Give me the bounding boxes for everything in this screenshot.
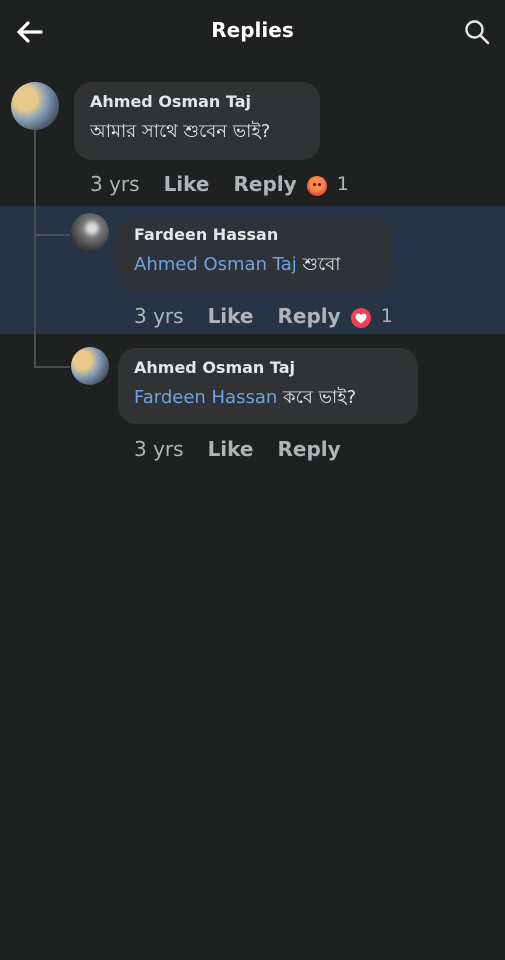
mention-link[interactable]: Fardeen Hassan [134, 387, 277, 408]
replies-screen: Replies Ahmed Osman Taj আমার সাথে শুবেন … [0, 0, 505, 960]
comment-time[interactable]: 3 yrs [134, 304, 184, 328]
angry-reaction-icon [306, 176, 327, 196]
avatar[interactable] [71, 213, 109, 251]
comment-time[interactable]: 3 yrs [90, 172, 140, 196]
comment-actions: 3 yrs Like Reply [134, 437, 351, 461]
comment-actions: 3 yrs Like Reply 1 [134, 304, 393, 328]
reply-button[interactable]: Reply [234, 172, 297, 196]
search-button[interactable] [459, 14, 495, 50]
love-reaction-icon [350, 308, 371, 328]
reply-button[interactable]: Reply [278, 304, 341, 328]
comment-time[interactable]: 3 yrs [134, 437, 184, 461]
reaction-summary[interactable]: 1 [306, 173, 349, 196]
top-bar: Replies [0, 0, 505, 66]
like-button[interactable]: Like [208, 437, 254, 461]
reply-bubble[interactable]: Fardeen Hassan Ahmed Osman Taj শুবো [118, 215, 390, 291]
like-button[interactable]: Like [164, 172, 210, 196]
comment-text: Fardeen Hassan কবে ভাই? [134, 383, 402, 414]
comment-text: আমার সাথে শুবেন ভাই? [90, 117, 304, 148]
search-icon [465, 20, 490, 45]
comment-text: Ahmed Osman Taj শুবো [134, 250, 374, 281]
thread-line [34, 130, 36, 368]
comment-bubble[interactable]: Ahmed Osman Taj আমার সাথে শুবেন ভাই? [74, 82, 320, 160]
reaction-count: 1 [336, 173, 349, 195]
like-button[interactable]: Like [208, 304, 254, 328]
comment-author[interactable]: Ahmed Osman Taj [90, 92, 304, 111]
comment-actions: 3 yrs Like Reply 1 [90, 172, 349, 196]
comment-author[interactable]: Fardeen Hassan [134, 225, 374, 244]
avatar[interactable] [71, 347, 109, 385]
comment-text-body: কবে ভাই? [277, 387, 357, 408]
mention-link[interactable]: Ahmed Osman Taj [134, 254, 297, 275]
heart-icon [355, 313, 367, 323]
reaction-count: 1 [380, 305, 393, 327]
reply-bubble[interactable]: Ahmed Osman Taj Fardeen Hassan কবে ভাই? [118, 348, 418, 424]
comment-text-body: শুবো [296, 254, 341, 275]
comment-text-body: আমার সাথে শুবেন ভাই? [90, 121, 271, 142]
page-title: Replies [211, 18, 294, 42]
reply-button[interactable]: Reply [278, 437, 341, 461]
reaction-summary[interactable]: 1 [350, 305, 393, 328]
thread-branch-line [34, 366, 70, 368]
avatar[interactable] [11, 82, 59, 130]
thread-branch-line [34, 234, 70, 236]
comment-author[interactable]: Ahmed Osman Taj [134, 358, 402, 377]
